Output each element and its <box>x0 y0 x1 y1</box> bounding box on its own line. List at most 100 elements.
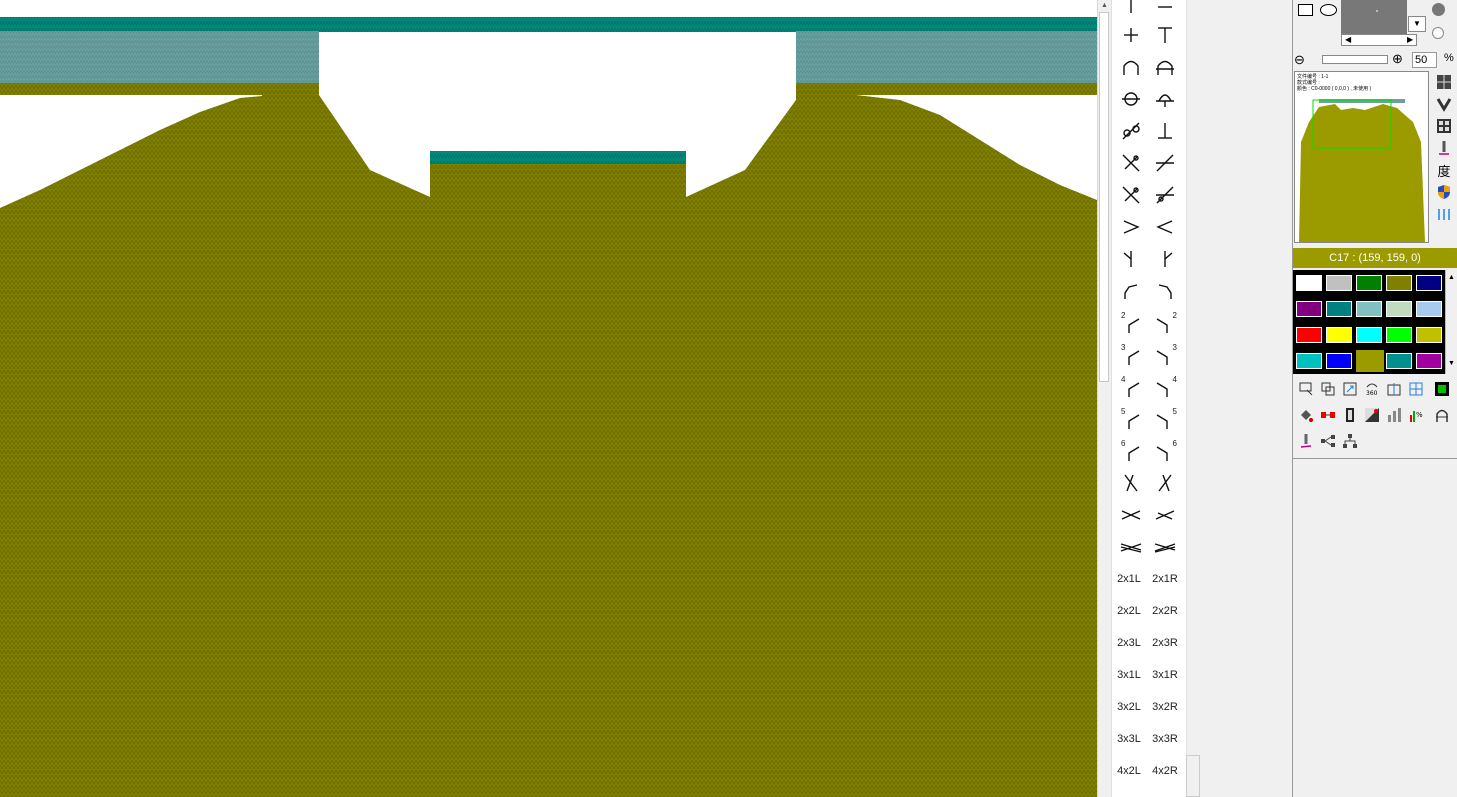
sym-move-right-5-icon[interactable]: 5 <box>1149 404 1181 434</box>
thumbnail-preview[interactable]: 文件编号 : 1-1 款式编号 : 颜色 : C0-0000 ( 0,0,0 )… <box>1294 71 1429 243</box>
bars-icon[interactable] <box>1385 406 1403 424</box>
sym-less-than-icon[interactable] <box>1149 212 1181 242</box>
sym-move-left-4-icon[interactable]: 4 <box>1115 372 1147 402</box>
chart-grid-icon[interactable] <box>1434 116 1454 136</box>
sym-move-left-1-icon[interactable] <box>1115 276 1147 306</box>
connect-icon[interactable] <box>1319 432 1337 450</box>
radio-filled-icon[interactable] <box>1432 3 1445 16</box>
palette-swatch[interactable] <box>1296 327 1322 343</box>
sym-move-right-2-icon[interactable]: 2 <box>1149 308 1181 338</box>
shield-icon[interactable] <box>1434 182 1454 202</box>
sym-greater-than-icon[interactable] <box>1115 212 1147 242</box>
zoom-slider[interactable] <box>1322 55 1388 64</box>
sym-3x2l[interactable]: 3x2L <box>1113 692 1145 722</box>
v-stitch-icon[interactable] <box>1434 94 1454 114</box>
split-grid-icon[interactable] <box>1407 380 1425 398</box>
rectangle-shape-icon[interactable] <box>1298 4 1313 16</box>
sym-t-icon[interactable] <box>1149 20 1181 50</box>
sym-arch-icon[interactable] <box>1115 52 1147 82</box>
palette-swatch[interactable] <box>1416 275 1442 291</box>
hierarchy-icon[interactable] <box>1341 432 1359 450</box>
palette-swatch[interactable] <box>1356 350 1384 372</box>
knit-pattern-svg[interactable] <box>0 0 1097 797</box>
sym-plus-icon[interactable] <box>1115 20 1147 50</box>
swatch-dropdown-icon[interactable]: ▼ <box>1408 16 1426 32</box>
sym-arch-cross-icon[interactable] <box>1149 52 1181 82</box>
sym-move-right-6-icon[interactable]: 6 <box>1149 436 1181 466</box>
palette-scroll-down-icon[interactable]: ▼ <box>1448 360 1455 367</box>
sym-slash-pair-a-icon[interactable] <box>1115 148 1147 178</box>
sym-2x1r[interactable]: 2x1R <box>1149 564 1181 594</box>
sym-inverted-t-icon[interactable] <box>1149 116 1181 146</box>
sym-4x2r[interactable]: 4x2R <box>1149 756 1181 786</box>
palette-swatch[interactable] <box>1326 301 1352 317</box>
sym-2x2r[interactable]: 2x2R <box>1149 596 1181 626</box>
sym-y-right-icon[interactable] <box>1149 244 1181 274</box>
sym-slash-pair-d-icon[interactable] <box>1149 180 1181 210</box>
sym-move-left-6-icon[interactable]: 6 <box>1115 436 1147 466</box>
sym-cable-right-icon[interactable] <box>1149 500 1181 530</box>
zoom-value-input[interactable]: 50 <box>1412 52 1437 68</box>
scroll-thumb[interactable] <box>1099 12 1109 382</box>
resize-icon[interactable] <box>1341 380 1359 398</box>
scroll-up-icon[interactable]: ▲ <box>1099 0 1110 11</box>
sym-slash-pair-b-icon[interactable] <box>1149 148 1181 178</box>
zoom-out-icon[interactable]: ⊖ <box>1294 52 1305 68</box>
sym-move-left-2-icon[interactable]: 2 <box>1115 308 1147 338</box>
sym-move-left-5-icon[interactable]: 5 <box>1115 404 1147 434</box>
degree-icon[interactable]: 度 <box>1434 160 1454 180</box>
sym-circle-line-icon[interactable] <box>1115 84 1147 114</box>
scroll-right-icon[interactable]: ▶ <box>1407 35 1413 45</box>
ellipse-shape-icon[interactable] <box>1320 4 1337 16</box>
sym-horizontal-icon[interactable] <box>1149 0 1181 20</box>
sym-move-left-3-icon[interactable]: 3 <box>1115 340 1147 370</box>
sym-cable-wide-right-icon[interactable] <box>1149 532 1181 562</box>
palette-swatch[interactable] <box>1386 353 1412 369</box>
mirror-icon[interactable] <box>1385 380 1403 398</box>
sym-4x2l[interactable]: 4x2L <box>1113 756 1145 786</box>
sym-3x3r[interactable]: 3x3R <box>1149 724 1181 754</box>
sym-move-right-4-icon[interactable]: 4 <box>1149 372 1181 402</box>
sym-2x3r[interactable]: 2x3R <box>1149 628 1181 658</box>
canvas-vertical-scrollbar[interactable]: ▲ <box>1097 0 1111 797</box>
sym-slash-circle-icon[interactable] <box>1115 116 1147 146</box>
sym-cable-wide-left-icon[interactable] <box>1115 532 1147 562</box>
sym-3x1r[interactable]: 3x1R <box>1149 660 1181 690</box>
diagonal-fill-icon[interactable] <box>1363 406 1381 424</box>
sym-move-right-1-icon[interactable] <box>1149 276 1181 306</box>
sym-slash-pair-c-icon[interactable] <box>1115 180 1147 210</box>
radio-empty-icon[interactable] <box>1432 27 1444 39</box>
zoom-in-icon[interactable]: ⊕ <box>1392 51 1403 67</box>
needle-icon[interactable] <box>1434 138 1454 158</box>
rotate-360-icon[interactable]: 360 <box>1363 380 1381 398</box>
sym-y-left-icon[interactable] <box>1115 244 1147 274</box>
swatch-horizontal-scroll[interactable]: ◀ ▶ <box>1341 34 1417 46</box>
palette-swatch[interactable] <box>1356 327 1382 343</box>
palette-swatch[interactable] <box>1326 353 1352 369</box>
sym-2x2l[interactable]: 2x2L <box>1113 596 1145 626</box>
pattern-swatch-preview[interactable] <box>1341 0 1407 34</box>
sym-3x1l[interactable]: 3x1L <box>1113 660 1145 690</box>
percent-chart-icon[interactable]: % <box>1407 406 1425 424</box>
sym-cross-left-icon[interactable] <box>1115 468 1147 498</box>
palette-swatch[interactable] <box>1296 275 1322 291</box>
grid-icon[interactable] <box>1434 72 1454 92</box>
fill-bucket-icon[interactable] <box>1297 406 1315 424</box>
black-square-icon[interactable] <box>1433 380 1451 398</box>
knit-pattern-canvas[interactable] <box>0 0 1097 797</box>
sym-vertical-icon[interactable] <box>1115 0 1147 20</box>
palette-swatch[interactable] <box>1416 353 1442 369</box>
copy-icon[interactable] <box>1319 380 1337 398</box>
scroll-left-icon[interactable]: ◀ <box>1345 35 1351 45</box>
palette-swatch[interactable] <box>1386 301 1412 317</box>
sym-2x3l[interactable]: 2x3L <box>1113 628 1145 658</box>
arch-tool-icon[interactable] <box>1433 406 1451 424</box>
palette-swatch[interactable] <box>1416 327 1442 343</box>
palette-swatch[interactable] <box>1416 301 1442 317</box>
palette-scrollbar[interactable]: ▲ ▼ <box>1445 270 1457 374</box>
palette-swatch[interactable] <box>1326 275 1352 291</box>
palette-swatch[interactable] <box>1296 353 1322 369</box>
lines-icon[interactable] <box>1434 204 1454 224</box>
symbol-palette-scrollbar[interactable] <box>1186 755 1200 797</box>
sym-cross-right-icon[interactable] <box>1149 468 1181 498</box>
